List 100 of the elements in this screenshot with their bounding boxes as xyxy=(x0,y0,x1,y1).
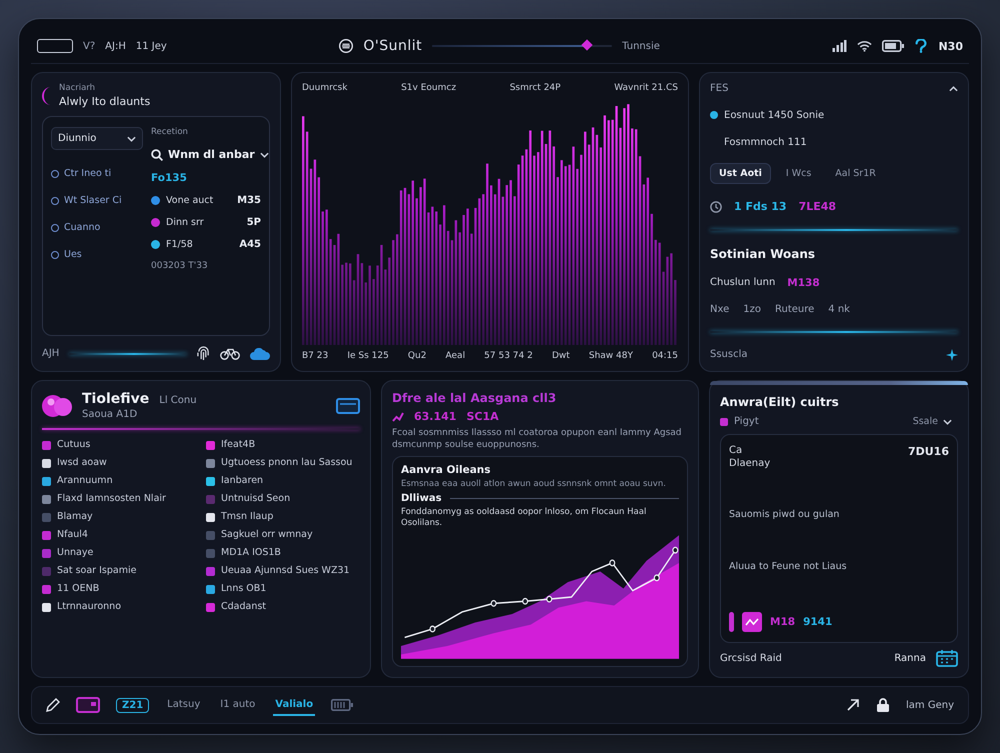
list-item[interactable]: Tmsn Ilaup xyxy=(206,510,360,524)
card-text: Esmsnaa eaa auoll atlon awun aoud ssnnsnk omnt aoau suvn. xyxy=(401,479,667,490)
kpi-value: 63.141 xyxy=(414,410,456,423)
pencil-icon[interactable] xyxy=(46,698,60,712)
filter-chip[interactable]: Ust Aoti xyxy=(710,163,771,184)
panel-aside: Ll Conu xyxy=(159,395,197,406)
filter-item[interactable]: Wt Slaser Ci xyxy=(51,195,143,206)
sparkle-icon[interactable] xyxy=(946,348,958,361)
dropdown[interactable]: Ssale xyxy=(906,415,958,428)
filter-chip[interactable]: Aal Sr1R xyxy=(826,163,885,184)
list-item[interactable]: Nfaul4 xyxy=(42,528,196,542)
panel-title: Tiolefive xyxy=(82,391,150,407)
card-icon[interactable] xyxy=(76,697,100,713)
square-icon xyxy=(720,418,728,426)
axis-label: 57 53 74 2 xyxy=(484,351,533,361)
list-item[interactable]: Ueuaa Ajunnsd Sues WZ31 xyxy=(206,564,360,578)
slider-thumb[interactable] xyxy=(581,39,593,51)
list-item[interactable]: Ugtuoess pnonn lau Sassou xyxy=(206,456,360,470)
axis-label: Aeal xyxy=(446,351,466,361)
chart-tile-icon[interactable] xyxy=(742,612,762,632)
list-item[interactable]: Cdadanst xyxy=(206,600,360,614)
chart-label: S1v Eoumcz xyxy=(401,83,456,93)
list-item[interactable]: 11 OENB xyxy=(42,582,196,596)
axis-label: Shaw 48Y xyxy=(588,351,633,361)
badge[interactable]: Z21 xyxy=(116,698,150,712)
footer-label: AJH xyxy=(42,348,60,359)
value-text: M138 xyxy=(787,276,820,289)
pill-icon xyxy=(729,612,734,632)
panel-eyebrow: Nacriarh xyxy=(59,83,96,93)
list-item[interactable]: Unnaye xyxy=(42,546,196,560)
help-icon[interactable] xyxy=(914,39,928,53)
caret-icon xyxy=(127,136,136,142)
nav-link[interactable]: AJ:H xyxy=(105,40,126,52)
filter-item[interactable]: Ues xyxy=(51,249,143,260)
activity-headline: Eosnuut 1450 Sonie xyxy=(724,110,824,121)
clock-icon xyxy=(710,200,722,213)
section-title: Wnm dl anbar xyxy=(168,148,255,161)
list-item[interactable]: Iwsd aoaw xyxy=(42,456,196,470)
filter-chip[interactable]: I Wcs xyxy=(776,163,820,184)
axis-label: 04:15 xyxy=(652,351,678,361)
list-item[interactable]: Arannuumn xyxy=(42,474,196,488)
caret-icon xyxy=(943,418,952,424)
toolbar-tab[interactable]: Latsuy xyxy=(165,694,202,716)
list-item[interactable]: Lnns OB1 xyxy=(206,582,360,596)
fingerprint-icon[interactable] xyxy=(197,346,210,361)
dropdown[interactable]: Diunnio xyxy=(51,127,143,150)
toolbar-tab[interactable]: I1 auto xyxy=(218,694,258,716)
arrow-icon[interactable] xyxy=(846,698,860,712)
list-item[interactable]: Sagkuel orr wmnay xyxy=(206,528,360,542)
bullet-icon xyxy=(51,224,59,232)
axis-label: Dwt xyxy=(552,351,570,361)
axis-label: Qu2 xyxy=(408,351,426,361)
list-item[interactable]: Flaxd Iamnsosten Nlair xyxy=(42,492,196,506)
panel-subtitle: Saoua A1D xyxy=(82,409,138,420)
meta-text: 4 nk xyxy=(828,304,850,316)
list-item[interactable]: Ianbaren xyxy=(206,474,360,488)
activity-title: Sotinian Woans xyxy=(710,246,816,261)
search-icon[interactable] xyxy=(151,148,163,160)
panel-header: FES xyxy=(710,83,728,94)
metric-value: A45 xyxy=(239,239,261,250)
footer-text: Ssuscla xyxy=(710,349,748,360)
summary-text: Aluua to Feune not Liaus xyxy=(729,560,848,572)
list-item[interactable]: Ltrnnauronno xyxy=(42,600,196,614)
chart-caption: Fonddanomyg as ooldaasd oopor lnloso, om Flocaun Haal Osolilans. xyxy=(401,507,648,528)
caret-icon[interactable] xyxy=(260,152,269,158)
chart-title: Dlliwas xyxy=(401,493,442,504)
insight-headline: Dfre ale lal Aasgana cll3 xyxy=(392,391,556,405)
list-item[interactable]: Cutuus xyxy=(42,438,196,452)
list-item[interactable]: Blamay xyxy=(42,510,196,524)
cloud-icon[interactable] xyxy=(250,348,270,360)
stat-value: 9141 xyxy=(803,616,832,628)
list-item[interactable]: Ifeat4B xyxy=(206,438,360,452)
action-link[interactable]: Ranna xyxy=(894,652,926,664)
list-item[interactable]: Untnuisd Seon xyxy=(206,492,360,506)
filter-item[interactable]: Cuanno xyxy=(51,222,143,233)
chart-label: Duumrcsk xyxy=(302,83,348,93)
input-field[interactable] xyxy=(37,39,73,53)
list-item[interactable]: MD1A IOS1B xyxy=(206,546,360,560)
insight-paragraph: Fcoal sosmnmiss Ilassso ml coatoroa opupon eanl Iammy Agsad dsmcunmp soulse euoppunosns. xyxy=(392,428,682,452)
nav-link[interactable]: 11 Jey xyxy=(136,40,167,52)
list-item[interactable]: Sat soar Ispamie xyxy=(42,564,196,578)
lock-icon xyxy=(876,698,890,712)
wifi-icon xyxy=(857,40,872,52)
section-value: Fo135 xyxy=(151,172,188,184)
metric-label: Vone auct xyxy=(166,195,214,206)
metric-value: M35 xyxy=(237,195,261,206)
bicycle-icon[interactable] xyxy=(220,348,240,360)
filter-item[interactable]: Ctr Ineo ti xyxy=(51,168,143,179)
metric-label: F1/58 xyxy=(166,239,194,250)
meta-text: Nxe xyxy=(710,304,730,316)
caret-icon[interactable] xyxy=(949,86,958,92)
toolbar-tab[interactable]: Valialo xyxy=(273,694,316,716)
calendar-icon[interactable] xyxy=(936,649,958,667)
battery-icon xyxy=(882,40,904,52)
card-icon[interactable] xyxy=(336,398,360,414)
signal-icon xyxy=(832,40,848,52)
stat-value: M18 xyxy=(770,616,796,628)
panel-title: Anwra(Eilt) cuitrs xyxy=(720,395,840,409)
account-name[interactable]: lam Geny xyxy=(906,700,954,710)
activity-subtitle: Chuslun lunn xyxy=(710,277,776,288)
